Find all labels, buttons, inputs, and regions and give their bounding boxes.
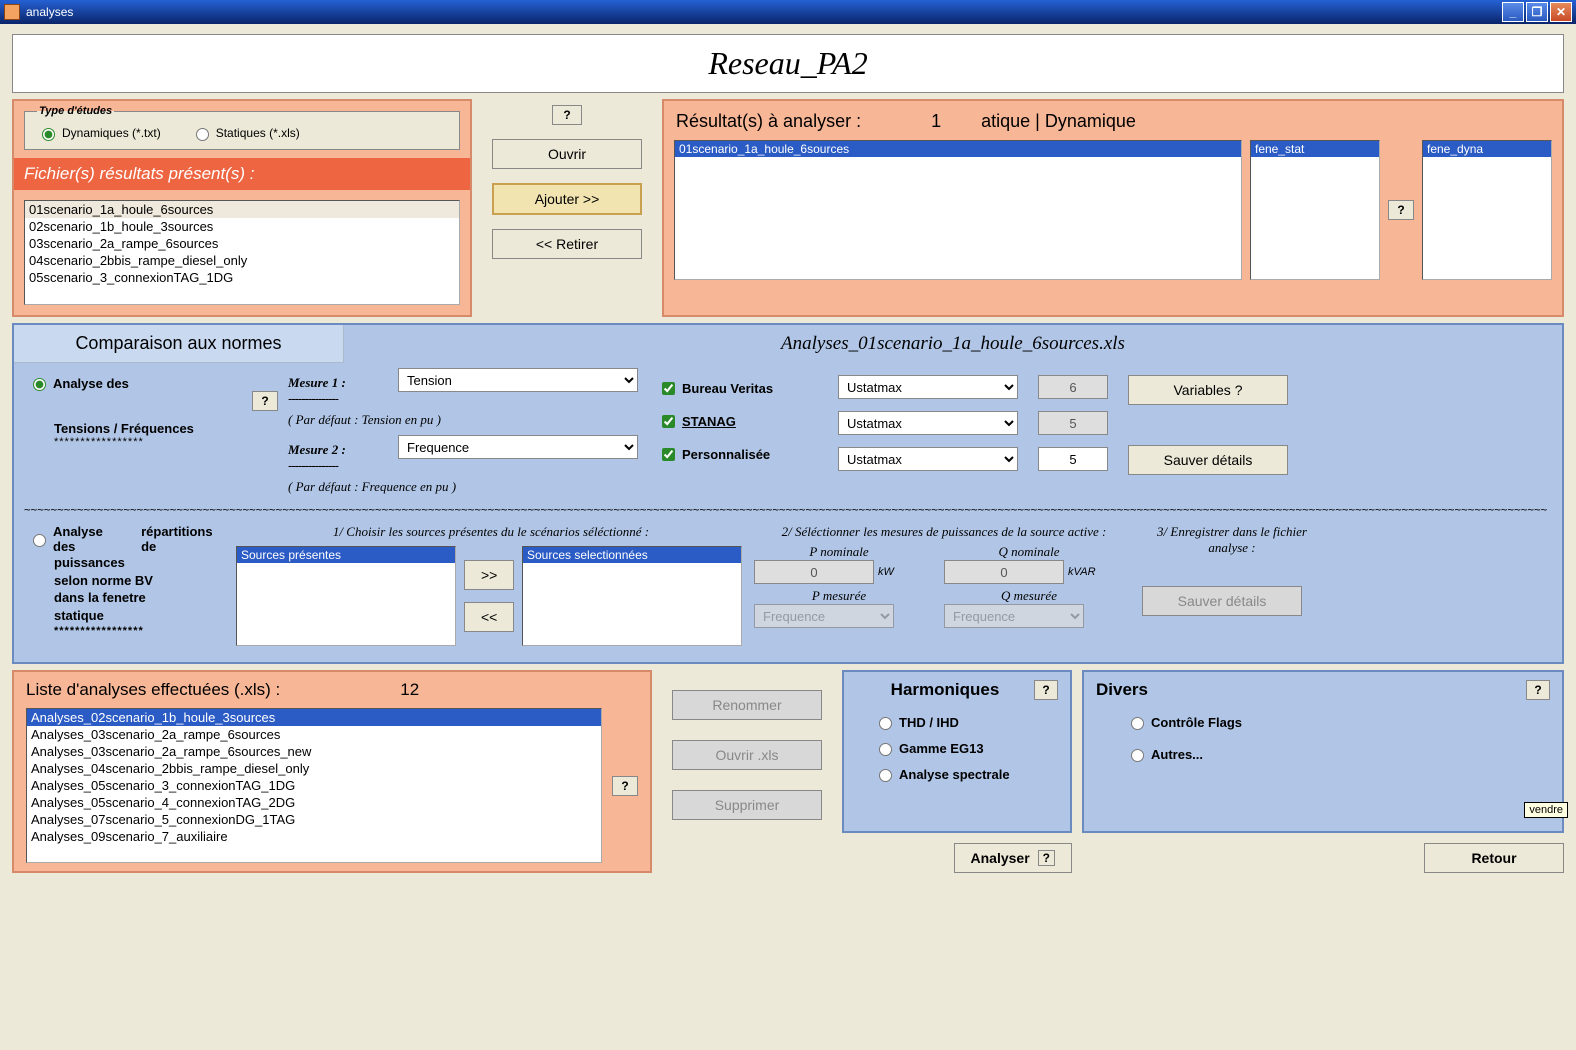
add-button[interactable]: Ajouter >> xyxy=(492,183,642,215)
radio-flags[interactable]: Contrôle Flags xyxy=(1126,714,1546,730)
done-list[interactable]: Analyses_02scenario_1b_houle_3sources An… xyxy=(26,708,602,863)
results-dyna-list[interactable]: fene_dyna xyxy=(1422,140,1552,280)
check-perso[interactable]: Personnalisée xyxy=(658,445,828,464)
radio-dynamic[interactable]: Dynamiques (*.txt) xyxy=(37,125,161,141)
results-stat-list[interactable]: fene_stat xyxy=(1250,140,1380,280)
delete-button[interactable]: Supprimer xyxy=(672,790,822,820)
results-main-list[interactable]: 01scenario_1a_houle_6sources xyxy=(674,140,1242,280)
list-item[interactable]: Analyses_02scenario_1b_houle_3sources xyxy=(27,709,601,726)
variables-button[interactable]: Variables ? xyxy=(1128,375,1288,405)
list-item[interactable]: Analyses_09scenario_7_auxiliaire xyxy=(27,828,601,845)
list-header: Sources selectionnées xyxy=(523,547,741,563)
step3-label: 3/ Enregistrer dans le fichier analyse : xyxy=(1142,524,1322,556)
save-details-button[interactable]: Sauver détails xyxy=(1128,445,1288,475)
mesure2-select[interactable]: Frequence xyxy=(398,435,638,459)
stat-bv-select[interactable]: Ustatmax xyxy=(838,375,1018,399)
list-item[interactable]: Analyses_04scenario_2bbis_rampe_diesel_o… xyxy=(27,760,601,777)
radio-thd[interactable]: THD / IHD xyxy=(874,714,1054,730)
list-item[interactable]: 05scenario_3_connexionTAG_1DG xyxy=(25,269,459,286)
list-item[interactable]: Analyses_07scenario_5_connexionDG_1TAG xyxy=(27,811,601,828)
divider: ~~~~~~~~~~~~~~~~~~~~~~~~~~~~~~~~~~~~~~~~… xyxy=(24,503,1552,516)
list-item[interactable]: Analyses_03scenario_2a_rampe_6sources_ne… xyxy=(27,743,601,760)
move-right-button[interactable]: >> xyxy=(464,560,514,590)
analysis-subtitle: Analyses_01scenario_1a_houle_6sources.xl… xyxy=(344,325,1562,363)
mesure1-default: ( Par défaut : Tension en pu ) xyxy=(288,412,648,428)
q-mes-select: Frequence xyxy=(944,604,1084,628)
val-stanag xyxy=(1038,411,1108,435)
open-button[interactable]: Ouvrir xyxy=(492,139,642,169)
radio-analyse-tf[interactable]: Analyse des xyxy=(28,375,278,391)
remove-button[interactable]: << Retirer xyxy=(492,229,642,259)
list-item[interactable]: Analyses_05scenario_3_connexionTAG_1DG xyxy=(27,777,601,794)
help-tf-button[interactable]: ? xyxy=(252,391,278,411)
list-item[interactable]: 02scenario_1b_houle_3sources xyxy=(25,218,459,235)
radio-static[interactable]: Statiques (*.xls) xyxy=(191,125,300,141)
close-button[interactable]: ✕ xyxy=(1550,2,1572,22)
page-title: Reseau_PA2 xyxy=(12,34,1564,93)
list-item[interactable]: 03scenario_2a_rampe_6sources xyxy=(25,235,459,252)
results-count: 1 xyxy=(931,111,941,132)
sources-selected-list[interactable]: Sources selectionnées xyxy=(522,546,742,646)
list-item[interactable]: 01scenario_1a_houle_6sources xyxy=(675,141,1241,157)
stat-perso-select[interactable]: Ustatmax xyxy=(838,447,1018,471)
window-title: analyses xyxy=(26,5,73,19)
list-item[interactable]: fene_dyna xyxy=(1423,141,1551,157)
done-title: Liste d'analyses effectuées (.xls) : xyxy=(26,680,280,700)
move-left-button[interactable]: << xyxy=(464,602,514,632)
p-nom-input xyxy=(754,560,874,584)
analyser-help-icon: ? xyxy=(1038,850,1055,866)
minimize-button[interactable]: _ xyxy=(1502,2,1524,22)
p-mes-select: Frequence xyxy=(754,604,894,628)
list-item[interactable]: 01scenario_1a_houle_6sources xyxy=(25,201,459,218)
divers-help-button[interactable]: ? xyxy=(1526,680,1550,700)
sources-present-list[interactable]: Sources présentes xyxy=(236,546,456,646)
radio-eg13[interactable]: Gamme EG13 xyxy=(874,740,1054,756)
analyser-button[interactable]: Analyser ? xyxy=(954,843,1073,873)
harmonics-help-button[interactable]: ? xyxy=(1034,680,1058,700)
check-stanag[interactable]: STANAG xyxy=(658,412,828,431)
mesure1-select[interactable]: Tension xyxy=(398,368,638,392)
val-perso[interactable] xyxy=(1038,447,1108,471)
tf-label: Tensions / Fréquences xyxy=(28,411,278,436)
results-help-button[interactable]: ? xyxy=(1388,200,1414,220)
mesure2-default: ( Par défaut : Frequence en pu ) xyxy=(288,479,648,495)
app-icon xyxy=(4,4,20,20)
save-details-power-button[interactable]: Sauver détails xyxy=(1142,586,1302,616)
val-bv xyxy=(1038,375,1108,399)
list-item[interactable]: 04scenario_2bbis_rampe_diesel_only xyxy=(25,252,459,269)
list-item[interactable]: fene_stat xyxy=(1251,141,1379,157)
list-header: Sources présentes xyxy=(237,547,455,563)
tooltip: vendre xyxy=(1524,802,1568,818)
list-item[interactable]: Analyses_05scenario_4_connexionTAG_2DG xyxy=(27,794,601,811)
q-nom-input xyxy=(944,560,1064,584)
window-titlebar: analyses _ ❐ ✕ xyxy=(0,0,1576,24)
study-type-legend: Type d'études xyxy=(37,105,114,117)
retour-button[interactable]: Retour xyxy=(1424,843,1564,873)
step2-label: 2/ Séléctionner les mesures de puissance… xyxy=(754,524,1134,540)
results-label: Résultat(s) à analyser : xyxy=(676,111,861,132)
help-button[interactable]: ? xyxy=(552,105,582,125)
maximize-button[interactable]: ❐ xyxy=(1526,2,1548,22)
radio-spectral[interactable]: Analyse spectrale xyxy=(874,766,1054,782)
step1-label: 1/ Choisir les sources présentes du le s… xyxy=(236,524,746,540)
check-bv[interactable]: Bureau Veritas xyxy=(658,379,828,398)
open-xls-button[interactable]: Ouvrir .xls xyxy=(672,740,822,770)
divers-title: Divers xyxy=(1096,680,1526,700)
files-present-list[interactable]: 01scenario_1a_houle_6sources 02scenario_… xyxy=(24,200,460,305)
done-help-button[interactable]: ? xyxy=(612,776,638,796)
tab-comparison[interactable]: Comparaison aux normes xyxy=(14,325,344,363)
harmonics-title: Harmoniques xyxy=(856,680,1034,700)
radio-autres[interactable]: Autres... xyxy=(1126,746,1546,762)
stat-stanag-select[interactable]: Ustatmax xyxy=(838,411,1018,435)
rename-button[interactable]: Renommer xyxy=(672,690,822,720)
done-count: 12 xyxy=(400,680,419,700)
results-tabs: atique | Dynamique xyxy=(981,111,1136,132)
list-item[interactable]: Analyses_03scenario_2a_rampe_6sources xyxy=(27,726,601,743)
radio-analyse-power[interactable]: Analyse des xyxy=(28,524,125,554)
files-present-header: Fichier(s) résultats présent(s) : xyxy=(14,158,470,190)
study-type-group: Type d'études Dynamiques (*.txt) Statiqu… xyxy=(24,105,460,150)
